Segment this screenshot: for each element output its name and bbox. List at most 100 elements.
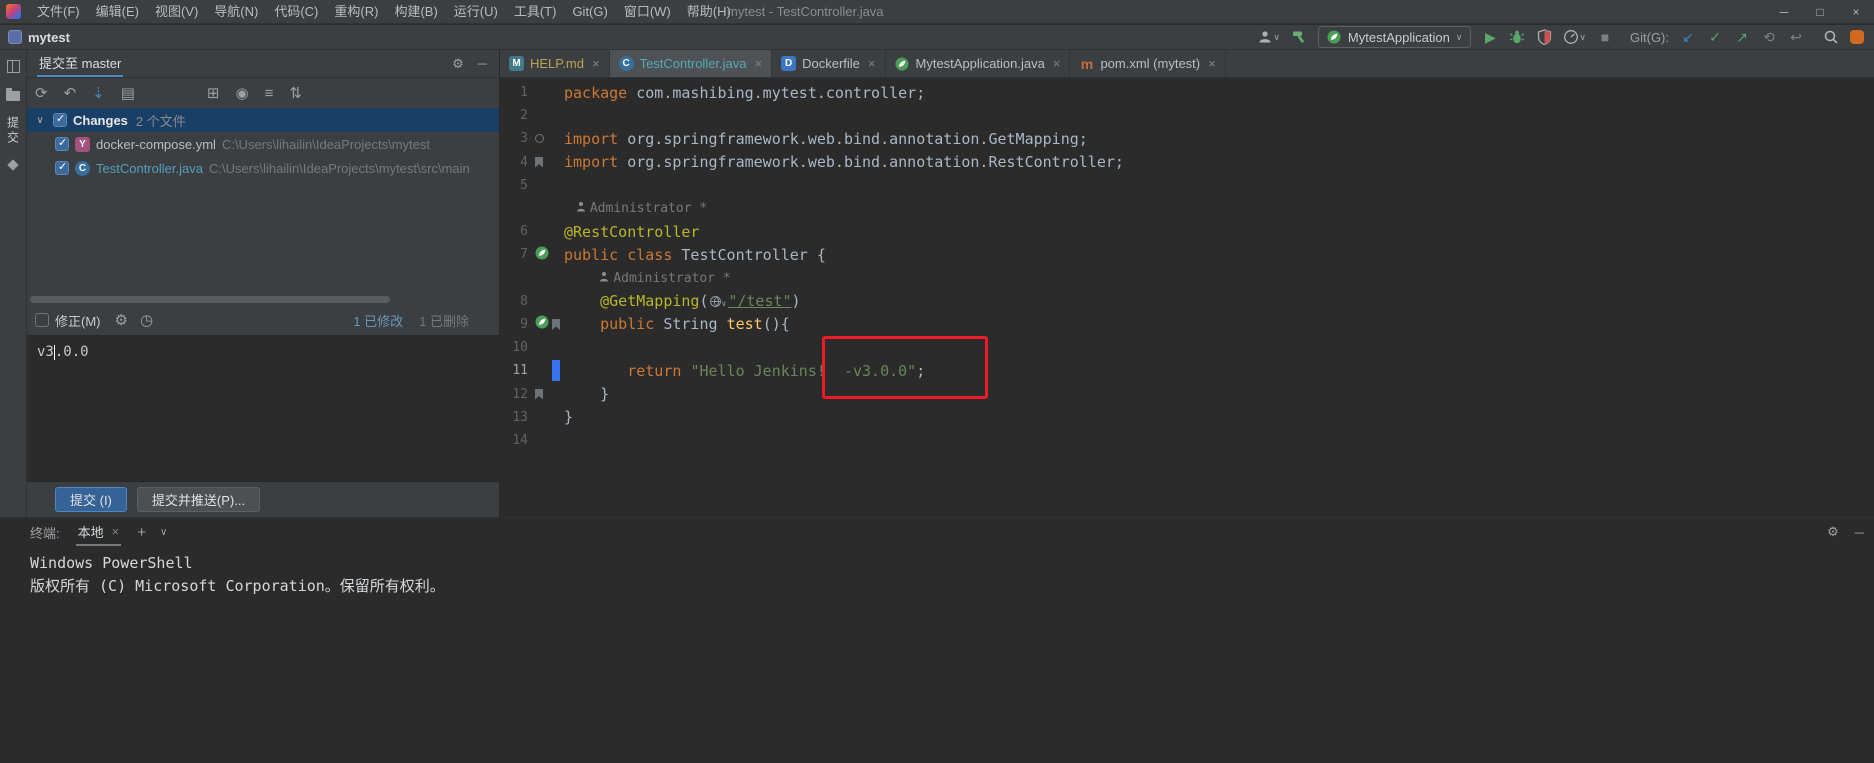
gutter-bookmark-icon[interactable] bbox=[552, 318, 560, 330]
code-line[interactable]: 5 bbox=[500, 174, 1874, 197]
gutter-bookmark-icon[interactable] bbox=[535, 388, 543, 400]
file-checkbox[interactable] bbox=[55, 160, 69, 175]
menu-item[interactable]: 视图(V) bbox=[147, 0, 206, 24]
search-everywhere-button[interactable] bbox=[1823, 28, 1839, 46]
code-line[interactable]: 3 import org.springframework.web.bind.ann… bbox=[500, 127, 1874, 150]
inlay-hint-row[interactable]: Administrator * bbox=[500, 197, 1874, 220]
commit-and-push-button[interactable]: 提交并推送(P)... bbox=[136, 487, 261, 512]
commit-message-input[interactable]: v3.0.0 bbox=[27, 335, 499, 482]
menu-item[interactable]: 导航(N) bbox=[206, 0, 266, 24]
new-terminal-button[interactable]: + bbox=[137, 524, 146, 541]
code-line[interactable]: 2 bbox=[500, 104, 1874, 127]
menu-item[interactable]: 重构(R) bbox=[326, 0, 386, 24]
close-button[interactable]: × bbox=[1838, 0, 1874, 24]
code-line[interactable]: 1 package com.mashibing.mytest.controller… bbox=[500, 81, 1874, 104]
changes-root-row[interactable]: ∨ Changes 2 个文件 bbox=[27, 108, 499, 132]
editor-tab[interactable]: m pom.xml (mytest) × bbox=[1070, 50, 1226, 77]
undo-button[interactable]: ↩ bbox=[1788, 28, 1804, 46]
code-text[interactable]: public String test(){ bbox=[564, 315, 790, 333]
expand-collapse-icon[interactable]: ⇅ bbox=[289, 84, 302, 102]
chevron-down-icon[interactable]: ∨ bbox=[33, 115, 47, 126]
open-in-browser-icon[interactable] bbox=[709, 296, 721, 308]
code-line[interactable]: 7 public class TestController { bbox=[500, 243, 1874, 266]
terminal-output[interactable]: Windows PowerShell 版权所有 (C) Microsoft Cor… bbox=[0, 546, 1874, 598]
code-text[interactable]: import org.springframework.web.bind.anno… bbox=[564, 153, 1124, 171]
close-icon[interactable]: × bbox=[1053, 56, 1061, 71]
code-text[interactable]: package com.mashibing.mytest.controller; bbox=[564, 84, 925, 102]
url-link[interactable]: "/test" bbox=[728, 292, 791, 310]
gear-icon[interactable]: ⚙ bbox=[115, 311, 128, 329]
menu-item[interactable]: 文件(F) bbox=[29, 0, 88, 24]
editor-tab[interactable]: C TestController.java × bbox=[609, 50, 773, 77]
horizontal-scrollbar[interactable] bbox=[30, 296, 390, 303]
inlay-hint-row[interactable]: Administrator * bbox=[500, 267, 1874, 290]
git-push-button[interactable]: ↗ bbox=[1734, 28, 1750, 46]
close-icon[interactable]: × bbox=[592, 56, 600, 71]
commit-button[interactable]: 提交 (I) bbox=[55, 487, 127, 512]
code-text[interactable]: return "Hello Jenkins! -v3.0.0"; bbox=[564, 362, 925, 380]
editor-tab[interactable]: D Dockerfile × bbox=[772, 50, 886, 77]
layout-icon[interactable] bbox=[6, 60, 20, 73]
code-line[interactable]: 8 @GetMapping(∨ "/test") bbox=[500, 290, 1874, 313]
file-checkbox[interactable] bbox=[55, 136, 69, 151]
spring-bean-icon[interactable] bbox=[535, 246, 549, 264]
menu-item[interactable]: 代码(C) bbox=[266, 0, 326, 24]
code-line[interactable]: 11 return "Hello Jenkins! -v3.0.0"; bbox=[500, 359, 1874, 382]
close-icon[interactable]: × bbox=[112, 524, 120, 539]
filter-icon[interactable]: ≡ bbox=[265, 85, 274, 102]
project-toolwindow-icon[interactable] bbox=[6, 88, 20, 101]
debug-button[interactable] bbox=[1509, 28, 1525, 46]
commit-to-branch-tab[interactable]: 提交至 master bbox=[37, 50, 124, 77]
shelve-icon[interactable]: ⇣ bbox=[92, 84, 105, 102]
menu-item[interactable]: 编辑(E) bbox=[88, 0, 147, 24]
changed-file-row[interactable]: Ydocker-compose.yml C:\Users\lihailin\Ide… bbox=[27, 132, 499, 156]
group-by-icon[interactable]: ⊞ bbox=[207, 84, 220, 102]
gutter-bookmark-icon[interactable] bbox=[535, 156, 543, 168]
gear-icon[interactable]: ⚙ bbox=[1827, 524, 1839, 540]
close-icon[interactable]: × bbox=[868, 56, 876, 71]
menu-item[interactable]: 运行(U) bbox=[446, 0, 506, 24]
refresh-icon[interactable]: ⟳ bbox=[35, 84, 48, 102]
code-line[interactable]: 4 import org.springframework.web.bind.ann… bbox=[500, 151, 1874, 174]
view-options-icon[interactable]: ◉ bbox=[236, 84, 249, 102]
commit-toolwindow-button[interactable]: 提交 bbox=[5, 116, 22, 146]
minimize-button[interactable]: ─ bbox=[1766, 0, 1802, 24]
changes-checkbox[interactable] bbox=[53, 112, 67, 127]
maximize-button[interactable]: □ bbox=[1802, 0, 1838, 24]
ide-errors-icon[interactable] bbox=[1850, 30, 1864, 44]
code-line[interactable]: 13} bbox=[500, 406, 1874, 429]
code-text[interactable]: import org.springframework.web.bind.anno… bbox=[564, 130, 1088, 148]
hide-panel-icon[interactable]: ─ bbox=[478, 56, 487, 72]
rollback-icon[interactable]: ↶ bbox=[64, 84, 77, 102]
history-button[interactable]: ⟲ bbox=[1761, 28, 1777, 46]
code-text[interactable]: } bbox=[564, 408, 573, 426]
code-line[interactable]: 9 public String test(){ bbox=[500, 313, 1874, 336]
close-icon[interactable]: × bbox=[755, 56, 763, 71]
build-hammer-icon[interactable] bbox=[1291, 28, 1307, 46]
git-commit-button[interactable]: ✓ bbox=[1707, 28, 1723, 46]
code-line[interactable]: 12 } bbox=[500, 382, 1874, 405]
menu-item[interactable]: 工具(T) bbox=[506, 0, 565, 24]
menu-item[interactable]: 构建(B) bbox=[386, 0, 445, 24]
editor-tab[interactable]: M HELP.md × bbox=[500, 50, 610, 77]
close-icon[interactable]: × bbox=[1208, 56, 1216, 71]
code-text[interactable]: @RestController bbox=[564, 223, 699, 241]
stop-button[interactable]: ■ bbox=[1597, 28, 1613, 46]
terminal-options-chevron[interactable]: ∨ bbox=[160, 527, 167, 538]
menu-item[interactable]: Git(G) bbox=[564, 0, 615, 24]
patch-icon[interactable]: ▤ bbox=[121, 84, 135, 102]
code-line[interactable]: 10 bbox=[500, 336, 1874, 359]
git-update-button[interactable]: ↙ bbox=[1680, 28, 1696, 46]
terminal-tab-local[interactable]: 本地 × bbox=[75, 518, 122, 546]
run-configuration-select[interactable]: MytestApplication ∨ bbox=[1317, 26, 1472, 48]
structure-toolwindow-icon[interactable] bbox=[7, 159, 19, 171]
code-line[interactable]: 6 @RestController bbox=[500, 220, 1874, 243]
coverage-button[interactable] bbox=[1536, 28, 1552, 46]
project-widget[interactable]: mytest bbox=[0, 30, 70, 45]
menu-item[interactable]: 窗口(W) bbox=[616, 0, 679, 24]
code-editor[interactable]: 1 package com.mashibing.mytest.controller… bbox=[500, 81, 1874, 452]
amend-checkbox[interactable] bbox=[35, 313, 49, 327]
profiler-button[interactable]: ∨ bbox=[1563, 28, 1586, 46]
gutter-gear-icon[interactable] bbox=[535, 134, 544, 144]
spring-bean-icon[interactable] bbox=[535, 315, 549, 333]
